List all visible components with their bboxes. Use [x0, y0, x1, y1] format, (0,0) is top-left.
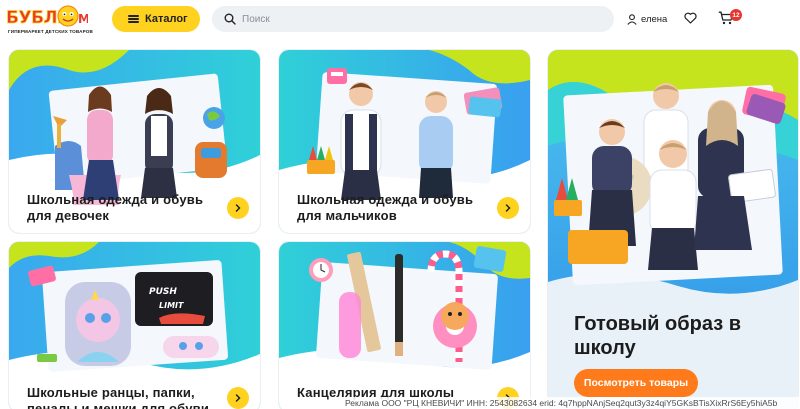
- category-card-backpacks[interactable]: PUSH LIMIT Школьные ранцы, папки, пеналы…: [9, 242, 260, 409]
- site-logo[interactable]: БУБЛЬ М ГИПЕРМАРКЕТ ДЕТСКИХ ТОВАРОВ: [6, 4, 93, 34]
- card-arrow-button[interactable]: [227, 197, 249, 219]
- backpacks-banner-image: PUSH LIMIT: [9, 242, 260, 409]
- chevron-right-icon: [235, 394, 241, 402]
- hero-banner-school-look[interactable]: Готовый образ в школу Посмотреть товары: [548, 50, 798, 409]
- hero-title-line1: Готовый образ в: [574, 313, 741, 335]
- site-header: БУБЛЬ М ГИПЕРМАРКЕТ ДЕТСКИХ ТОВАРОВ Ката…: [0, 0, 800, 40]
- chevron-right-icon: [505, 204, 511, 212]
- hero-title: Готовый образ в школу: [574, 312, 784, 360]
- card-title-line1: Школьные ранцы, папки,: [27, 385, 195, 400]
- cart-count-badge: 12: [730, 9, 742, 21]
- menu-icon: [128, 15, 139, 23]
- user-icon: [627, 13, 637, 25]
- card-title-line2: пеналы и мешки для обуви: [27, 401, 210, 409]
- card-title-line1: Школьная одежда и обувь: [297, 192, 474, 207]
- svg-text:М: М: [78, 12, 88, 26]
- heart-icon[interactable]: [684, 12, 697, 24]
- catalog-label: Каталог: [145, 13, 188, 25]
- logo-graphic: БУБЛЬ М: [6, 5, 88, 28]
- card-arrow-button[interactable]: [227, 387, 249, 409]
- logo-tagline: ГИПЕРМАРКЕТ ДЕТСКИХ ТОВАРОВ: [8, 29, 93, 34]
- card-title-line2: для девочек: [27, 208, 110, 223]
- card-title: Школьные ранцы, папки, пеналы и мешки дл…: [27, 385, 209, 409]
- card-title-line2: для мальчиков: [297, 208, 397, 223]
- hero-title-line2: школу: [574, 337, 636, 359]
- svg-text:PUSH: PUSH: [149, 287, 177, 297]
- stationery-banner-image: [279, 242, 530, 409]
- search-input[interactable]: [242, 13, 602, 25]
- card-title-line1: Школьная одежда и обувь: [27, 192, 204, 207]
- search-bar[interactable]: [212, 6, 614, 32]
- chevron-right-icon: [235, 204, 241, 212]
- search-icon: [224, 13, 236, 25]
- card-arrow-button[interactable]: [497, 197, 519, 219]
- svg-text:LIMIT: LIMIT: [159, 301, 184, 310]
- catalog-button[interactable]: Каталог: [112, 6, 200, 32]
- category-card-girls-clothing[interactable]: Школьная одежда и обувь для девочек: [9, 50, 260, 233]
- card-title: Школьная одежда и обувь для мальчиков: [297, 192, 473, 224]
- view-products-button[interactable]: Посмотреть товары: [574, 369, 698, 397]
- user-name: елена: [641, 13, 668, 25]
- card-title: Школьная одежда и обувь для девочек: [27, 192, 203, 224]
- user-account[interactable]: елена: [627, 12, 667, 26]
- category-card-boys-clothing[interactable]: Школьная одежда и обувь для мальчиков: [279, 50, 530, 233]
- category-card-stationery[interactable]: Канцелярия для школы: [279, 242, 530, 409]
- advertising-disclaimer: Реклама ООО "РЦ КНЕВИЧИ" ИНН: 2543082634…: [344, 397, 800, 409]
